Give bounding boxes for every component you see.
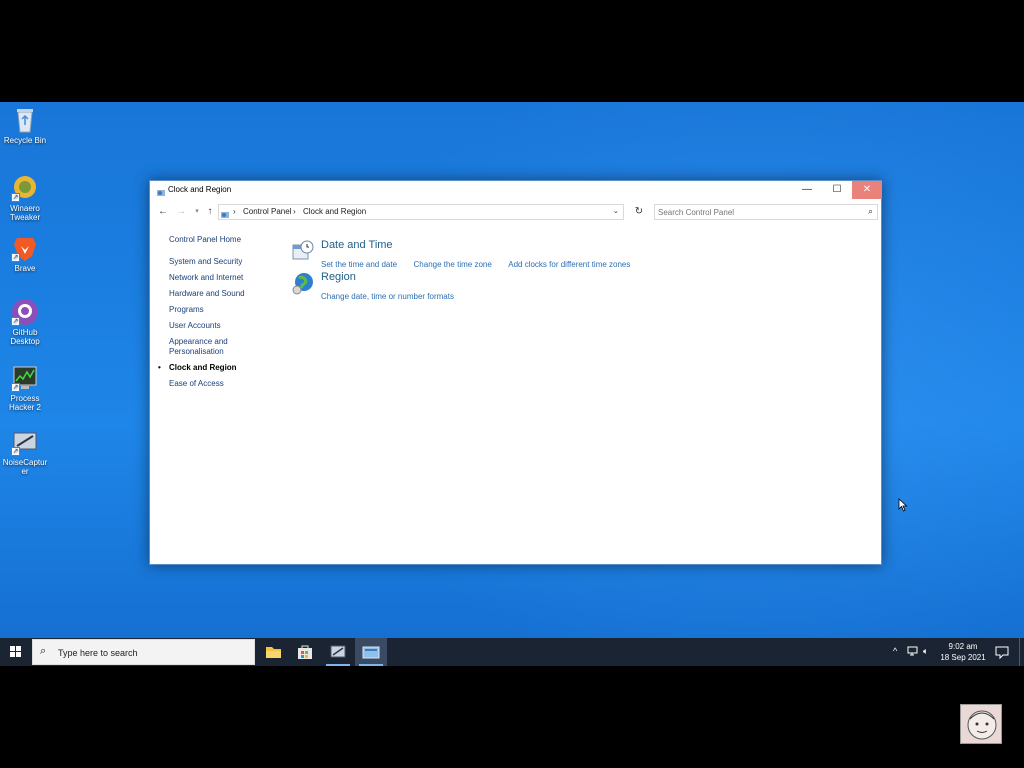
channel-logo-watermark: [960, 704, 1002, 744]
breadcrumb-clock-and-region[interactable]: Clock and Region: [303, 207, 366, 216]
control-panel-window: Clock and Region — ☐ ✕ ← → ▾ ↑ › Control…: [149, 180, 882, 565]
nav-system-and-security[interactable]: System and Security: [169, 257, 279, 267]
nav-ease-of-access[interactable]: Ease of Access: [169, 379, 279, 389]
github-desktop-shortcut[interactable]: ↗ GitHub Desktop: [2, 298, 48, 346]
recycle-bin-shortcut[interactable]: Recycle Bin: [2, 106, 48, 145]
region-globe-icon: [291, 271, 315, 295]
shortcut-arrow-icon: ↗: [11, 383, 20, 392]
noisecapturer-shortcut[interactable]: ↗ NoiseCapturer: [2, 428, 48, 476]
taskbar-microsoft-store[interactable]: [289, 638, 321, 666]
taskbar-control-panel[interactable]: [355, 638, 387, 666]
breadcrumb-separator-icon: ›: [293, 207, 296, 216]
winaero-tweaker-shortcut[interactable]: ↗ Winaero Tweaker: [2, 174, 48, 222]
nav-clock-and-region: Clock and Region: [158, 363, 279, 373]
nav-user-accounts[interactable]: User Accounts: [169, 321, 279, 331]
desktop-icon-label: Recycle Bin: [3, 136, 47, 145]
winaero-tweaker-icon: ↗: [11, 174, 39, 202]
address-row: ← → ▾ ↑ › Control Panel › Clock and Regi…: [150, 201, 881, 223]
taskbar-noisecapturer[interactable]: [322, 638, 354, 666]
github-desktop-icon: ↗: [11, 298, 39, 326]
volume-icon[interactable]: 🔈︎: [923, 646, 928, 657]
shortcut-arrow-icon: ↗: [11, 447, 20, 456]
recycle-bin-icon: [11, 106, 39, 134]
store-icon: [298, 645, 312, 659]
desktop-icon-label: Winaero Tweaker: [9, 204, 41, 222]
breadcrumb-control-panel[interactable]: Control Panel: [243, 207, 291, 216]
taskbar-file-explorer[interactable]: [257, 638, 289, 666]
control-panel-icon: [156, 185, 166, 196]
breadcrumb-separator-icon: ›: [233, 207, 236, 216]
mouse-cursor-icon: [898, 498, 908, 512]
noisecapturer-icon: [330, 645, 346, 658]
recent-locations-chevron-icon[interactable]: ▾: [190, 205, 204, 219]
region-title[interactable]: Region: [321, 271, 356, 283]
clock-time: 9:02 am: [948, 642, 978, 651]
screen: Recycle Bin ↗ Winaero Tweaker ↗ Brave ↗ …: [0, 0, 1024, 768]
search-icon[interactable]: ⌕: [868, 206, 873, 217]
nav-appearance-and-personalisation[interactable]: Appearance and Personalisation: [169, 337, 239, 357]
nav-programs[interactable]: Programs: [169, 305, 279, 315]
nav-network-and-internet[interactable]: Network and Internet: [169, 273, 279, 283]
search-control-panel-box[interactable]: ⌕: [654, 204, 878, 220]
set-time-and-date-link[interactable]: Set the time and date: [321, 260, 397, 269]
nav-control-panel-home[interactable]: Control Panel Home: [169, 235, 279, 245]
noisecapturer-icon: ↗: [11, 428, 39, 456]
desktop-icon-label: Process Hacker 2: [8, 394, 41, 412]
refresh-icon[interactable]: ↻: [631, 204, 647, 220]
maximize-button[interactable]: ☐: [822, 181, 852, 199]
clock-date: 18 Sep 2021: [940, 653, 986, 662]
action-center-icon[interactable]: [994, 644, 1010, 660]
process-hacker-shortcut[interactable]: ↗ Process Hacker 2: [2, 364, 48, 412]
brave-icon: ↗: [11, 234, 39, 262]
title-bar[interactable]: Clock and Region — ☐ ✕: [150, 181, 882, 199]
shortcut-arrow-icon: ↗: [11, 253, 20, 262]
network-icon[interactable]: [907, 646, 919, 659]
back-arrow-icon[interactable]: ←: [156, 205, 170, 219]
windows-logo-icon: [10, 646, 21, 657]
add-clocks-link[interactable]: Add clocks for different time zones: [508, 260, 630, 269]
start-button[interactable]: [0, 638, 32, 666]
close-button[interactable]: ✕: [852, 181, 882, 199]
control-panel-icon: [362, 646, 380, 659]
taskbar-clock[interactable]: 9:02 am 18 Sep 2021: [934, 641, 992, 663]
shortcut-arrow-icon: ↗: [11, 193, 20, 202]
window-title: Clock and Region: [168, 185, 232, 194]
address-bar[interactable]: › Control Panel › Clock and Region ⌄: [218, 204, 624, 220]
taskbar-search-placeholder: Type here to search: [58, 648, 138, 658]
process-hacker-icon: ↗: [11, 364, 39, 392]
control-panel-small-icon: [220, 207, 230, 225]
desktop-icon-label: NoiseCapturer: [2, 458, 48, 476]
show-desktop-button[interactable]: [1019, 638, 1024, 666]
date-and-time-icon: [291, 239, 315, 263]
show-hidden-icons-chevron-icon[interactable]: ^: [893, 646, 897, 656]
date-and-time-title[interactable]: Date and Time: [321, 239, 393, 251]
taskbar-search-box[interactable]: ⌕ Type here to search: [32, 639, 255, 665]
forward-arrow-icon[interactable]: →: [174, 205, 188, 219]
brave-shortcut[interactable]: ↗ Brave: [2, 234, 48, 273]
search-icon: ⌕: [40, 645, 47, 657]
file-explorer-icon: [266, 647, 281, 658]
minimize-button[interactable]: —: [792, 181, 822, 199]
taskbar: ⌕ Type here to search ^ 🔈︎ 9:02 am 18 Se…: [0, 638, 1024, 666]
shortcut-arrow-icon: ↗: [11, 317, 20, 326]
change-formats-link[interactable]: Change date, time or number formats: [321, 292, 454, 301]
desktop-icon-label: Brave: [14, 264, 36, 273]
change-time-zone-link[interactable]: Change the time zone: [414, 260, 492, 269]
up-arrow-icon[interactable]: ↑: [203, 205, 217, 219]
address-dropdown-chevron-icon[interactable]: ⌄: [613, 207, 619, 215]
desktop-icon-label: GitHub Desktop: [10, 328, 40, 346]
nav-hardware-and-sound[interactable]: Hardware and Sound: [169, 289, 279, 299]
search-control-panel-input[interactable]: [658, 206, 853, 218]
left-navigation: Control Panel Home System and Security N…: [158, 235, 279, 395]
